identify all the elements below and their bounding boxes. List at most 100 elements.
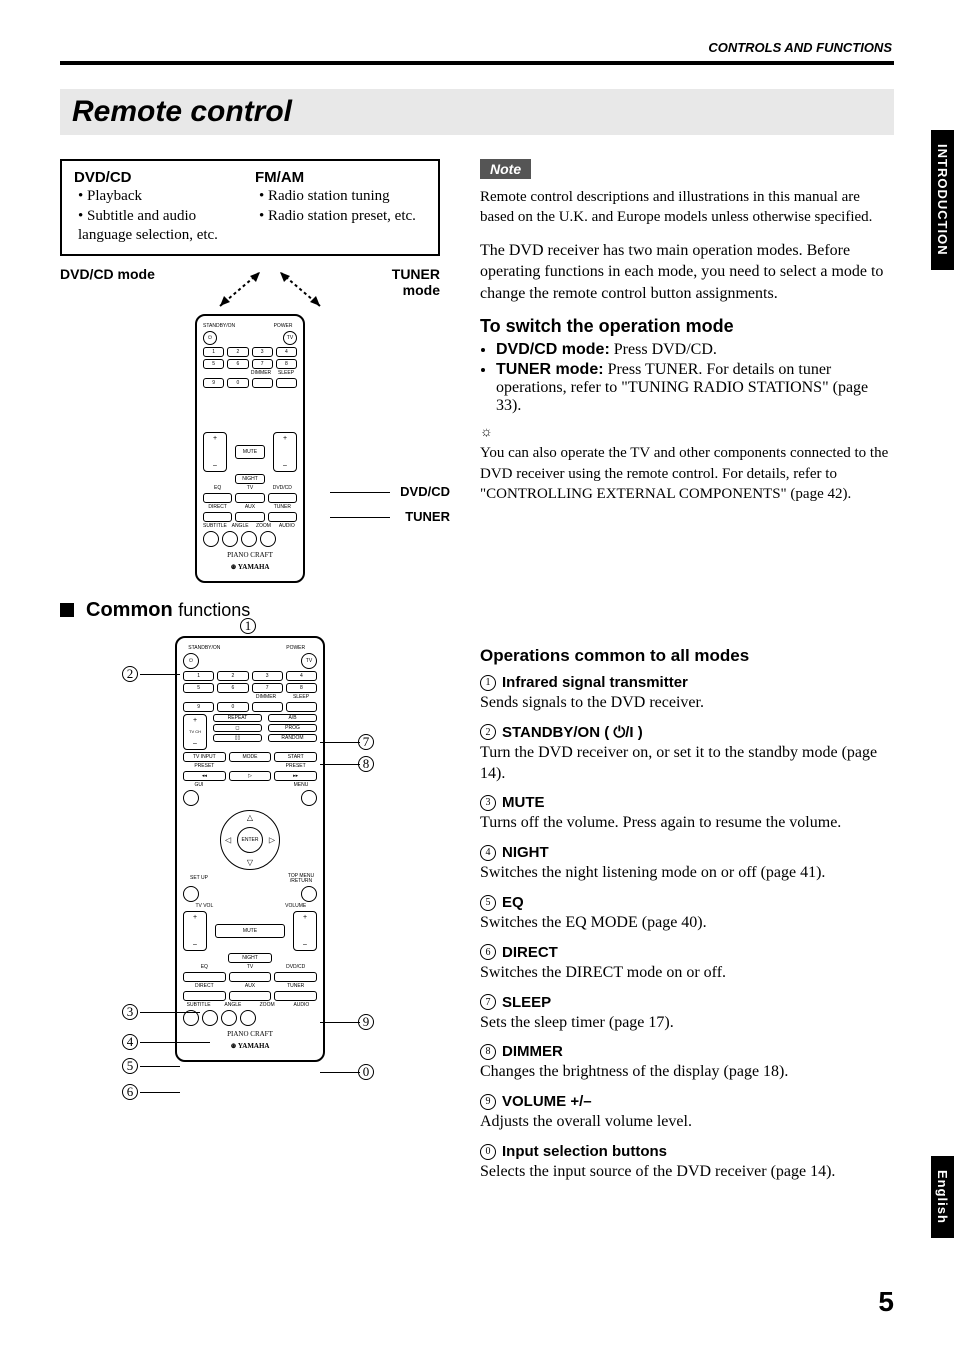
rc-num-button[interactable]: 6 <box>227 359 248 369</box>
page-title: Remote control <box>60 89 894 135</box>
rc-ab-button[interactable]: A/B <box>268 714 317 722</box>
rc-angle-button[interactable] <box>202 1010 218 1026</box>
rc-volume-rocker[interactable]: +– <box>293 911 317 951</box>
rc-num-button[interactable]: 1 <box>183 671 214 681</box>
op-desc: Switches the EQ MODE (page 40). <box>480 913 894 934</box>
switch-item-text: Press DVD/CD. <box>610 341 717 358</box>
rc-standby-button[interactable]: ⏻ <box>183 653 199 669</box>
rc-mute-button[interactable]: MUTE <box>215 924 285 938</box>
rc-dvdcd-button[interactable] <box>268 493 297 503</box>
rc-num-button[interactable]: 2 <box>217 671 248 681</box>
rc-direct-label: DIRECT <box>183 984 226 989</box>
rc-tvvol-label: TV VOL <box>183 904 226 909</box>
rc-tuner-button[interactable] <box>268 512 297 522</box>
rc-prev-button[interactable]: ◂◂ <box>183 771 226 781</box>
rc-subtitle-button[interactable] <box>203 531 219 547</box>
op-number: 1 <box>480 675 496 691</box>
rc-num-button[interactable]: 9 <box>203 378 224 388</box>
rc-tvinput-button[interactable]: TV INPUT <box>183 752 226 762</box>
rc-return-button[interactable] <box>301 886 317 902</box>
rc-audio-button[interactable] <box>240 1010 256 1026</box>
rc-angle-button[interactable] <box>222 531 238 547</box>
rc-preset-label: PRESET <box>274 764 317 769</box>
op-number: 2 <box>480 724 496 740</box>
rc-prog-button[interactable]: PROG <box>268 724 317 732</box>
rc-next-button[interactable]: ▸▸ <box>274 771 317 781</box>
rc-enter-button[interactable]: ENTER <box>237 827 263 853</box>
rc-eq-label: EQ <box>183 965 226 970</box>
rc-num-button[interactable]: 8 <box>286 683 317 693</box>
rc-sleep-button[interactable] <box>276 378 297 388</box>
rc-zoom-button[interactable] <box>241 531 257 547</box>
rc-dimmer-button[interactable] <box>252 702 283 712</box>
callout-10: 0 <box>358 1064 374 1080</box>
rc-tv-power-button[interactable]: TV <box>301 653 317 669</box>
op-title: STANDBY/ON ( ⏻/I ) <box>502 724 643 741</box>
rc-num-button[interactable]: 0 <box>227 378 248 388</box>
rc-num-button[interactable]: 7 <box>252 683 283 693</box>
rc-dvdcd-button[interactable] <box>274 972 317 982</box>
rc-dpad[interactable]: ENTER △ ▽ ◁ ▷ <box>220 810 280 870</box>
rc-standby-button[interactable]: ⏻ <box>203 331 217 345</box>
fmam-item: Radio station preset, etc. <box>259 207 426 227</box>
rc-eq-button[interactable] <box>183 972 226 982</box>
rc-random-button[interactable]: RANDOM <box>268 734 317 742</box>
rc-num-button[interactable]: 6 <box>217 683 248 693</box>
rc-tvch-rocker[interactable]: +TV CH– <box>183 714 207 750</box>
rc-tvvol-rocker[interactable]: +– <box>183 911 207 951</box>
callout-leader <box>330 517 390 518</box>
rc-volume-rocker[interactable]: +– <box>273 432 297 472</box>
rc-stop-button[interactable]: ◻ <box>213 724 262 732</box>
op-number: 8 <box>480 1044 496 1060</box>
op-item: 4NIGHTSwitches the night listening mode … <box>480 844 894 884</box>
rc-menu-button[interactable] <box>301 790 317 806</box>
rc-num-button[interactable]: 4 <box>286 671 317 681</box>
rc-num-button[interactable]: 5 <box>183 683 214 693</box>
rc-direct-button[interactable] <box>183 991 226 1001</box>
rc-num-button[interactable]: 8 <box>276 359 297 369</box>
manual-page: CONTROLS AND FUNCTIONS Remote control IN… <box>0 0 954 1348</box>
rc-aux-button[interactable] <box>229 991 272 1001</box>
rc-tv-button[interactable] <box>235 493 264 503</box>
rc-zoom-button[interactable] <box>221 1010 237 1026</box>
rc-num-button[interactable]: 0 <box>217 702 248 712</box>
rc-tuner-button[interactable] <box>274 991 317 1001</box>
rc-night-button[interactable]: NIGHT <box>235 474 266 484</box>
rc-dvdcd-label: DVD/CD <box>274 965 317 970</box>
rc-dimmer-button[interactable] <box>252 378 273 388</box>
fmam-heading: FM/AM <box>255 169 304 186</box>
rc-setup-button[interactable] <box>183 886 199 902</box>
rc-num-button[interactable]: 3 <box>252 347 273 357</box>
rc-tv-power-button[interactable]: TV <box>283 331 297 345</box>
rc-gui-label: GUI <box>183 783 215 788</box>
rc-num-button[interactable]: 9 <box>183 702 214 712</box>
rc-eq-button[interactable] <box>203 493 232 503</box>
rc-aux-button[interactable] <box>235 512 264 522</box>
rc-num-button[interactable]: 3 <box>252 671 283 681</box>
rc-repeat-button[interactable]: REPEAT <box>213 714 262 722</box>
rc-gui-button[interactable] <box>183 790 199 806</box>
rc-tvvol-rocker[interactable]: +– <box>203 432 227 472</box>
rc-num-button[interactable]: 7 <box>252 359 273 369</box>
rc-num-button[interactable]: 1 <box>203 347 224 357</box>
op-item: 3MUTETurns off the volume. Press again t… <box>480 794 894 834</box>
square-bullet-icon <box>60 603 74 617</box>
rc-sleep-button[interactable] <box>286 702 317 712</box>
rc-dvdcd-label: DVD/CD <box>268 486 297 491</box>
op-title: MUTE <box>502 794 545 811</box>
callout-leader <box>320 1022 360 1023</box>
rc-mode-button[interactable]: MODE <box>229 752 272 762</box>
rc-night-button[interactable]: NIGHT <box>228 953 272 963</box>
callout-leader <box>140 1012 200 1013</box>
rc-play-button[interactable]: ▷ <box>229 771 272 781</box>
rc-audio-button[interactable] <box>260 531 276 547</box>
rc-mute-button[interactable]: MUTE <box>235 445 265 459</box>
rc-num-button[interactable]: 2 <box>227 347 248 357</box>
rc-direct-button[interactable] <box>203 512 232 522</box>
rc-num-button[interactable]: 5 <box>203 359 224 369</box>
rc-pause-button[interactable]: ▯▯ <box>213 734 262 742</box>
rc-tv-button[interactable] <box>229 972 272 982</box>
rc-start-button[interactable]: START <box>274 752 317 762</box>
rc-num-button[interactable]: 4 <box>276 347 297 357</box>
op-title: DIMMER <box>502 1043 563 1060</box>
